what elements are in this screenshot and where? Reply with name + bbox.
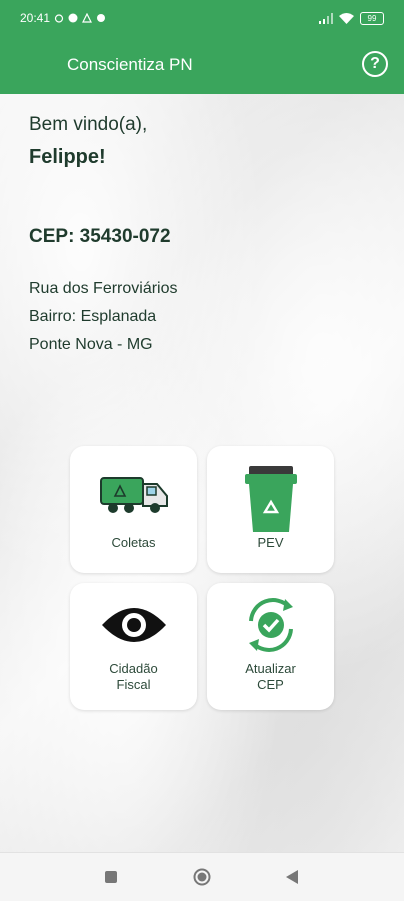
recents-button[interactable] — [105, 871, 117, 883]
district-text: Bairro: Esplanada — [29, 308, 157, 325]
status-time: 20:41 — [20, 11, 51, 25]
signal-icon — [319, 12, 333, 24]
street-text: Rua dos Ferroviários — [29, 280, 178, 297]
alarm-icon — [54, 14, 64, 23]
app-title: Conscientiza PN — [67, 55, 193, 74]
coletas-tile[interactable]: Coletas — [70, 446, 197, 573]
main-content: Bem vindo(a), Felippe! CEP: 35430-072 Ru… — [0, 94, 404, 852]
help-icon: ? — [370, 55, 380, 72]
recycling-truck-icon — [99, 477, 168, 513]
help-button[interactable]: ? — [362, 51, 388, 77]
battery-level: 99 — [367, 13, 377, 23]
welcome-text: Bem vindo(a), — [29, 114, 148, 135]
cep-text: CEP: 35430-072 — [29, 226, 171, 247]
pev-tile[interactable]: PEV — [207, 446, 334, 573]
user-name: Felippe! — [29, 146, 106, 168]
pev-label: PEV — [257, 535, 284, 550]
eye-icon — [101, 608, 166, 642]
notification-triangle-icon — [82, 13, 93, 23]
notification-app-icon — [97, 14, 106, 22]
back-button[interactable] — [286, 870, 298, 884]
notification-a-icon — [68, 13, 78, 23]
recycle-bin-icon — [244, 466, 297, 532]
cidadao-fiscal-tile[interactable]: Cidadão Fiscal — [70, 583, 197, 710]
wifi-icon — [339, 12, 354, 24]
coletas-label: Coletas — [111, 535, 156, 550]
navigation-bar — [0, 852, 404, 901]
battery-icon: 99 — [360, 11, 384, 25]
cidadao-fiscal-line2: Fiscal — [116, 677, 151, 692]
city-text: Ponte Nova - MG — [29, 336, 153, 353]
home-button[interactable] — [193, 868, 211, 886]
app-bar: Conscientiza PN ? — [0, 36, 404, 94]
cidadao-fiscal-line1: Cidadão — [109, 661, 158, 676]
atualizar-cep-line1: Atualizar — [245, 661, 296, 676]
atualizar-cep-label: Atualizar CEP — [207, 661, 334, 693]
cidadao-fiscal-label: Cidadão Fiscal — [70, 661, 197, 693]
atualizar-cep-tile[interactable]: Atualizar CEP — [207, 583, 334, 710]
atualizar-cep-line2: CEP — [257, 677, 284, 692]
refresh-check-icon — [248, 598, 293, 652]
status-bar: 20:41 99 — [0, 0, 404, 36]
